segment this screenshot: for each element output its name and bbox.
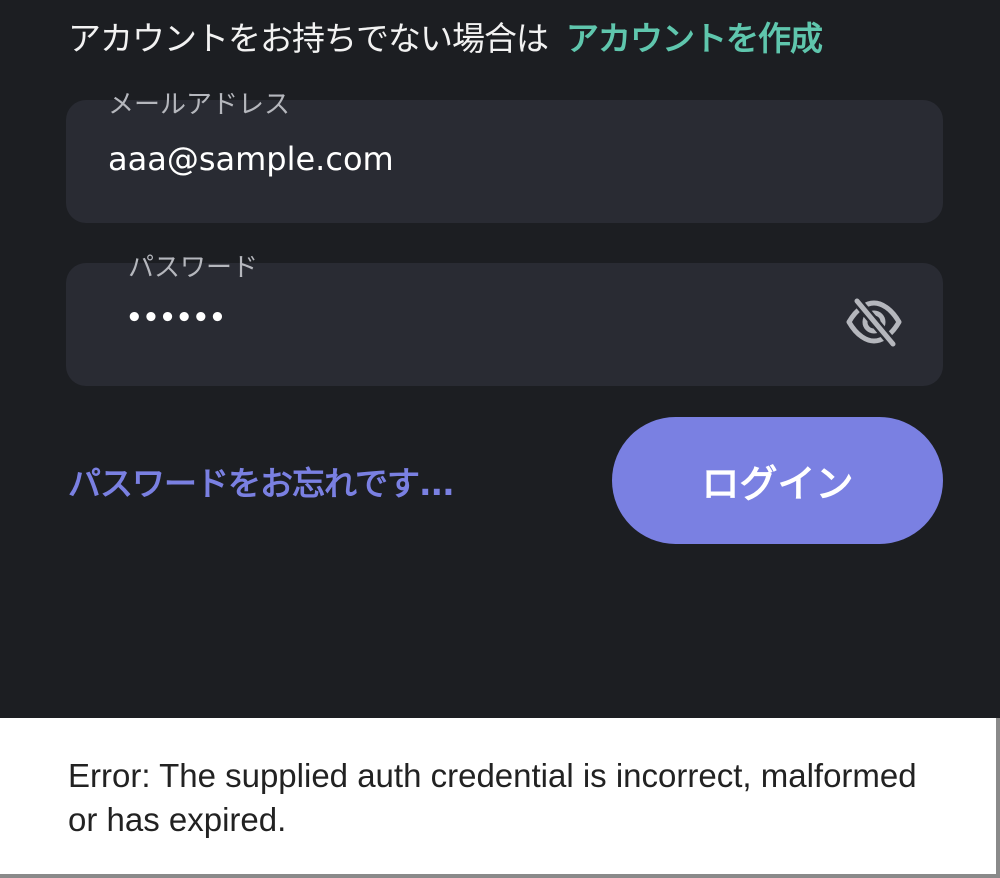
error-panel: Error: The supplied auth credential is i…: [0, 718, 1000, 878]
login-button[interactable]: ログイン: [612, 417, 943, 544]
signup-prompt: アカウントをお持ちでない場合は: [68, 19, 549, 58]
login-screen: アカウントをお持ちでない場合は アカウントを作成 メールアドレス aaa@sam…: [0, 0, 1000, 878]
eye-slash-icon[interactable]: [845, 296, 903, 349]
email-input[interactable]: aaa@sample.com: [108, 140, 394, 178]
password-input[interactable]: ••••••: [126, 303, 226, 333]
email-field[interactable]: メールアドレス aaa@sample.com: [66, 90, 943, 223]
email-label: メールアドレス: [108, 90, 291, 120]
error-message: Error: The supplied auth credential is i…: [68, 757, 917, 838]
password-label: パスワード: [128, 253, 259, 283]
signup-row: アカウントをお持ちでない場合は アカウントを作成: [68, 12, 823, 60]
forgot-password-link[interactable]: パスワードをお忘れです...: [68, 457, 455, 505]
create-account-link[interactable]: アカウントを作成: [566, 12, 823, 60]
password-field[interactable]: パスワード ••••••: [66, 253, 943, 386]
